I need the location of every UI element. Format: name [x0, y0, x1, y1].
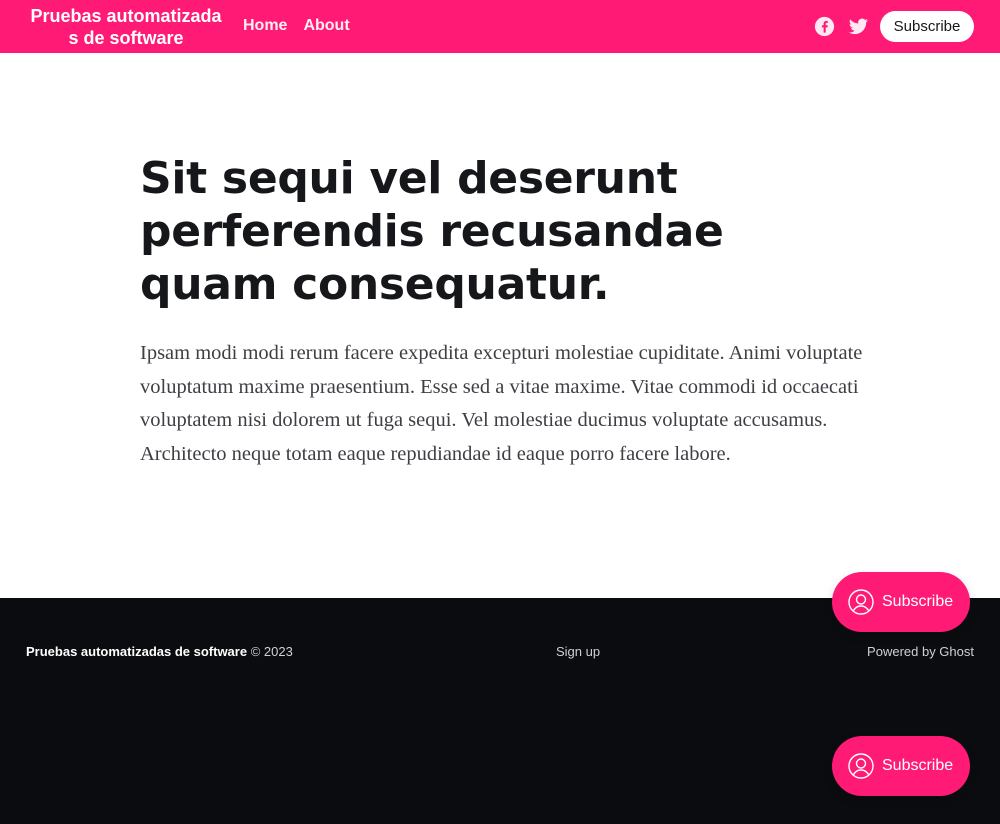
post-content: Sit sequi vel deserunt perferendis recus… — [140, 152, 870, 471]
portal-subscribe-button[interactable]: Subscribe — [832, 572, 970, 632]
site-header: Pruebas automatizadas de software Home A… — [0, 0, 1000, 53]
post-excerpt: Ipsam modi modi rerum facere expedita ex… — [140, 342, 863, 465]
portal-subscribe-label: Subscribe — [882, 757, 954, 774]
powered-by-ghost-link[interactable]: Powered by Ghost — [867, 644, 974, 659]
footer-copyright: Pruebas automatizadas de software © 2023 — [26, 644, 293, 659]
site-title-link[interactable]: Pruebas automatizadas de software — [26, 5, 226, 49]
footer-site-name-link[interactable]: Pruebas automatizadas de software — [26, 644, 247, 659]
twitter-icon[interactable] — [848, 16, 869, 37]
portal-subscribe-button-secondary[interactable]: Subscribe — [832, 736, 970, 796]
portal-subscribe-label: Subscribe — [882, 593, 954, 610]
main-nav: Home About — [243, 17, 350, 35]
facebook-icon[interactable] — [814, 16, 835, 37]
header-subscribe-button[interactable]: Subscribe — [880, 11, 974, 42]
copyright-year: © 2023 — [250, 644, 293, 659]
social-links — [814, 16, 869, 37]
user-circle-icon — [848, 753, 874, 779]
footer-signup-link[interactable]: Sign up — [556, 644, 600, 659]
nav-item-about[interactable]: About — [303, 17, 349, 35]
nav-item-home[interactable]: Home — [243, 17, 287, 35]
user-circle-icon — [848, 589, 874, 615]
post-title: Sit sequi vel deserunt perferendis recus… — [140, 153, 724, 310]
